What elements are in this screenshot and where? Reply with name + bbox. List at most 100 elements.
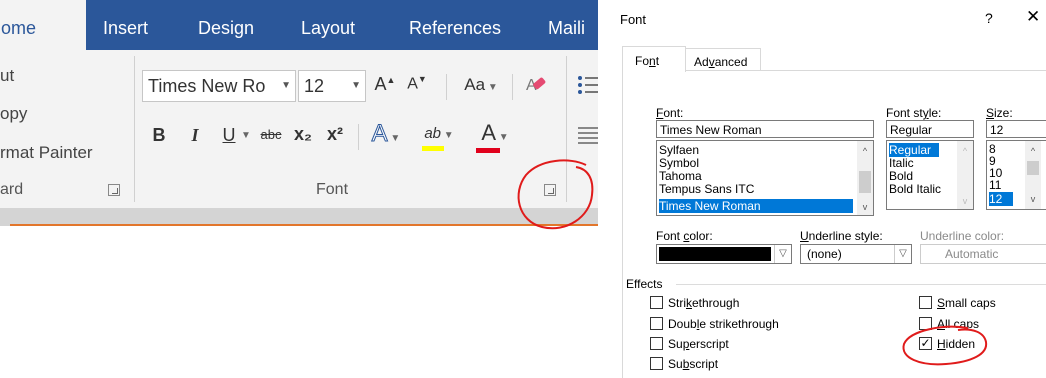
chevron-down-icon[interactable]: ▽	[894, 245, 911, 263]
size-label: Size:	[986, 106, 1013, 120]
highlight-color-swatch	[422, 146, 444, 151]
subscript-checkbox[interactable]	[650, 357, 663, 370]
group-divider	[512, 74, 513, 100]
superscript-button[interactable]: x²	[322, 124, 348, 145]
list-item[interactable]: Sylfaen	[659, 144, 699, 156]
chevron-down-icon[interactable]: ▼	[281, 71, 291, 101]
list-item[interactable]: 11	[989, 179, 1001, 191]
chevron-down-icon[interactable]: v	[857, 199, 873, 215]
effects-divider	[676, 284, 1046, 285]
font-color-swatch	[476, 148, 500, 153]
ribbon-body: ut opy rmat Painter ard Times New Ro ▼ 12…	[0, 50, 598, 208]
list-item-selected[interactable]: Regular	[889, 143, 939, 157]
font-style-list-scrollbar[interactable]: ^ v	[957, 141, 973, 209]
chevron-down-icon[interactable]: v	[1025, 191, 1041, 207]
tab-home[interactable]: Home	[0, 0, 86, 50]
strikethrough-button[interactable]: abc	[256, 127, 286, 142]
grow-font-button[interactable]: A▲	[372, 74, 398, 95]
strikethrough-checkbox[interactable]	[650, 296, 663, 309]
list-item-selected[interactable]: Times New Roman	[659, 199, 853, 213]
chevron-down-icon[interactable]: ▼	[351, 71, 361, 101]
bullets-icon[interactable]	[576, 72, 598, 103]
list-item[interactable]: Tempus Sans ITC	[659, 183, 754, 195]
effects-label: Effects	[626, 277, 663, 291]
font-style-list[interactable]: Regular Italic Bold Bold Italic ^ v	[886, 140, 974, 210]
highlight-button[interactable]: ab ▼	[414, 122, 464, 151]
format-painter-button[interactable]: rmat Painter	[0, 143, 93, 163]
tab-advanced[interactable]: Advanced	[684, 48, 761, 71]
chevron-up-icon[interactable]: ^	[857, 143, 873, 159]
list-item[interactable]: Bold	[889, 170, 913, 182]
text-effects-button[interactable]: A ▼	[366, 120, 406, 148]
font-color-button[interactable]: A ▼	[470, 120, 520, 153]
list-item-selected[interactable]: 12	[989, 192, 1013, 206]
list-item[interactable]: Italic	[889, 157, 914, 169]
underline-color-label: Underline color:	[920, 229, 1005, 243]
tab-font[interactable]: Font	[622, 46, 686, 72]
font-dialog: Font ? ✕ Font Advanced Font: Times New R…	[610, 0, 1046, 378]
list-item[interactable]: Symbol	[659, 157, 699, 169]
subscript-button[interactable]: x₂	[290, 124, 316, 145]
size-input[interactable]: 12	[986, 120, 1046, 138]
superscript-label: Superscript	[668, 337, 729, 351]
annotation-circle-icon	[517, 159, 594, 230]
font-name-box[interactable]: Times New Ro ▼	[142, 70, 296, 102]
double-strikethrough-checkbox[interactable]	[650, 317, 663, 330]
font-list-scrollbar[interactable]: ^ v	[857, 141, 873, 215]
tab-layout[interactable]: Layout	[301, 0, 355, 50]
change-case-button[interactable]: Aa ▼	[456, 75, 506, 95]
clipboard-group-label: ard	[0, 181, 24, 198]
underline-style-label: Underline style:	[800, 229, 883, 243]
small-caps-label: Small caps	[937, 296, 996, 310]
clear-formatting-icon[interactable]: A	[522, 72, 550, 103]
font-label: Font:	[656, 106, 684, 120]
font-group-label: Font	[316, 181, 349, 198]
list-item[interactable]: Tahoma	[659, 170, 702, 182]
font-size-box[interactable]: 12 ▼	[298, 70, 366, 102]
cut-button[interactable]: ut	[0, 66, 14, 86]
scroll-thumb[interactable]	[859, 171, 871, 193]
italic-button[interactable]: I	[186, 125, 204, 146]
group-divider	[358, 124, 359, 150]
underline-style-combo[interactable]: (none) ▽	[800, 244, 912, 264]
font-list[interactable]: Sylfaen Symbol Tahoma Tempus Sans ITC Ti…	[656, 140, 874, 216]
underline-color-combo: Automatic	[920, 244, 1046, 264]
chevron-down-icon[interactable]: ▽	[774, 245, 791, 263]
bold-button[interactable]: B	[150, 125, 168, 146]
tab-references[interactable]: References	[409, 0, 501, 50]
help-button[interactable]: ?	[985, 10, 993, 26]
superscript-checkbox[interactable]	[650, 337, 663, 350]
annotation-circle-icon	[902, 325, 988, 366]
double-strikethrough-label: Double strikethrough	[668, 317, 779, 331]
tab-font-label: Font	[635, 54, 660, 68]
chevron-down-icon[interactable]: ▼	[240, 130, 252, 141]
group-divider	[446, 74, 447, 100]
size-list[interactable]: 8 9 10 11 12 ^ v	[986, 140, 1046, 210]
tab-mailings[interactable]: Maili	[548, 0, 585, 50]
tab-insert[interactable]: Insert	[103, 0, 148, 50]
close-button[interactable]: ✕	[1026, 7, 1040, 27]
chevron-up-icon: ^	[962, 146, 968, 156]
clipboard-dialog-launcher-icon[interactable]	[108, 184, 120, 196]
font-style-input[interactable]: Regular	[886, 120, 974, 138]
group-divider	[134, 56, 135, 202]
list-item[interactable]: Bold Italic	[889, 183, 941, 195]
small-caps-checkbox[interactable]	[919, 296, 932, 309]
chevron-down-icon: v	[962, 196, 968, 206]
ribbon-tab-bar: Home Insert Design Layout References Mai…	[0, 0, 598, 50]
shrink-font-button[interactable]: A▼	[404, 74, 430, 93]
word-ribbon: Home Insert Design Layout References Mai…	[0, 0, 598, 377]
tab-design[interactable]: Design	[198, 0, 254, 50]
font-style-label: Font style:	[886, 106, 942, 120]
size-list-scrollbar[interactable]: ^ v	[1025, 141, 1041, 209]
font-color-combo[interactable]: ▽	[656, 244, 792, 264]
font-input[interactable]: Times New Roman	[656, 120, 874, 138]
underline-button[interactable]: U	[220, 125, 238, 146]
dialog-title: Font	[620, 12, 647, 27]
chevron-up-icon[interactable]: ^	[1025, 143, 1041, 159]
scroll-thumb[interactable]	[1027, 161, 1039, 175]
align-left-icon[interactable]	[576, 124, 598, 151]
strikethrough-label: Strikethrough	[668, 296, 740, 310]
subscript-label: Subscript	[668, 357, 719, 371]
copy-button[interactable]: opy	[0, 104, 27, 124]
